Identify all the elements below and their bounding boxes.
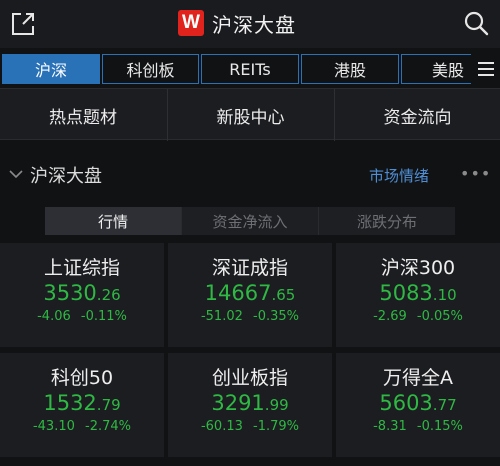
market-mood-link[interactable]: 市场情绪 xyxy=(369,165,429,186)
index-price: 14667.65 xyxy=(204,281,296,305)
index-name: 上证综指 xyxy=(43,257,120,279)
market-tabs: 沪深 科创板 REITs 港股 美股 xyxy=(0,52,500,86)
index-card[interactable]: 上证综指 3530.26 -4.06 -0.11% xyxy=(0,243,164,347)
index-price: 3530.26 xyxy=(43,281,121,305)
segment-quotes[interactable]: 行情 xyxy=(45,207,181,235)
index-name: 万得全A xyxy=(383,367,453,389)
index-price: 1532.79 xyxy=(43,391,121,415)
index-card[interactable]: 万得全A 5603.77 -8.31 -0.15% xyxy=(336,353,500,457)
index-name: 沪深300 xyxy=(380,257,456,279)
new-stock-center-link[interactable]: 新股中心 xyxy=(167,89,333,141)
quick-links: 热点题材 新股中心 资金流向 xyxy=(0,88,500,141)
index-change: -51.02 -0.35% xyxy=(200,309,300,324)
page-title: 沪深大盘 xyxy=(212,12,296,37)
share-icon[interactable] xyxy=(10,11,36,37)
chevron-down-icon[interactable] xyxy=(8,166,24,182)
index-change: -2.69 -0.05% xyxy=(373,309,463,324)
section-title: 沪深大盘 xyxy=(30,166,102,187)
menu-icon[interactable] xyxy=(471,54,500,84)
more-options-icon[interactable]: ••• xyxy=(460,164,491,183)
app-title: W 沪深大盘 xyxy=(178,8,296,38)
index-card[interactable]: 创业板指 3291.99 -60.13 -1.79% xyxy=(168,353,332,457)
top-bar: W 沪深大盘 xyxy=(0,0,500,48)
segment-rise-fall[interactable]: 涨跌分布 xyxy=(318,207,455,235)
index-price: 3291.99 xyxy=(211,391,289,415)
index-card[interactable]: 科创50 1532.79 -43.10 -2.74% xyxy=(0,353,164,457)
index-change: -8.31 -0.15% xyxy=(373,419,463,434)
tab-hushen[interactable]: 沪深 xyxy=(2,54,100,84)
tab-reits[interactable]: REITs xyxy=(201,54,299,84)
index-card[interactable]: 深证成指 14667.65 -51.02 -0.35% xyxy=(168,243,332,347)
index-price: 5083.10 xyxy=(379,281,457,305)
tab-hk-stocks[interactable]: 港股 xyxy=(301,54,399,84)
section-header: 沪深大盘 市场情绪 ••• xyxy=(0,152,500,198)
search-icon[interactable] xyxy=(462,9,490,37)
tab-us-stocks[interactable]: 美股 xyxy=(401,54,471,84)
wind-logo: W xyxy=(178,10,204,36)
tab-star-market[interactable]: 科创板 xyxy=(102,54,199,84)
index-name: 创业板指 xyxy=(211,367,288,389)
index-grid: 上证综指 3530.26 -4.06 -0.11% 深证成指 14667.65 … xyxy=(0,243,500,466)
view-segment: 行情 资金净流入 涨跌分布 xyxy=(45,207,455,235)
fund-flow-link[interactable]: 资金流向 xyxy=(334,89,500,141)
index-name: 深证成指 xyxy=(211,257,288,279)
segment-net-inflow[interactable]: 资金净流入 xyxy=(181,207,318,235)
index-change: -43.10 -2.74% xyxy=(32,419,132,434)
index-name: 科创50 xyxy=(50,367,114,389)
index-change: -4.06 -0.11% xyxy=(37,309,127,324)
hot-topics-link[interactable]: 热点题材 xyxy=(0,89,166,141)
index-card[interactable]: 沪深300 5083.10 -2.69 -0.05% xyxy=(336,243,500,347)
index-price: 5603.77 xyxy=(379,391,457,415)
index-change: -60.13 -1.79% xyxy=(200,419,300,434)
